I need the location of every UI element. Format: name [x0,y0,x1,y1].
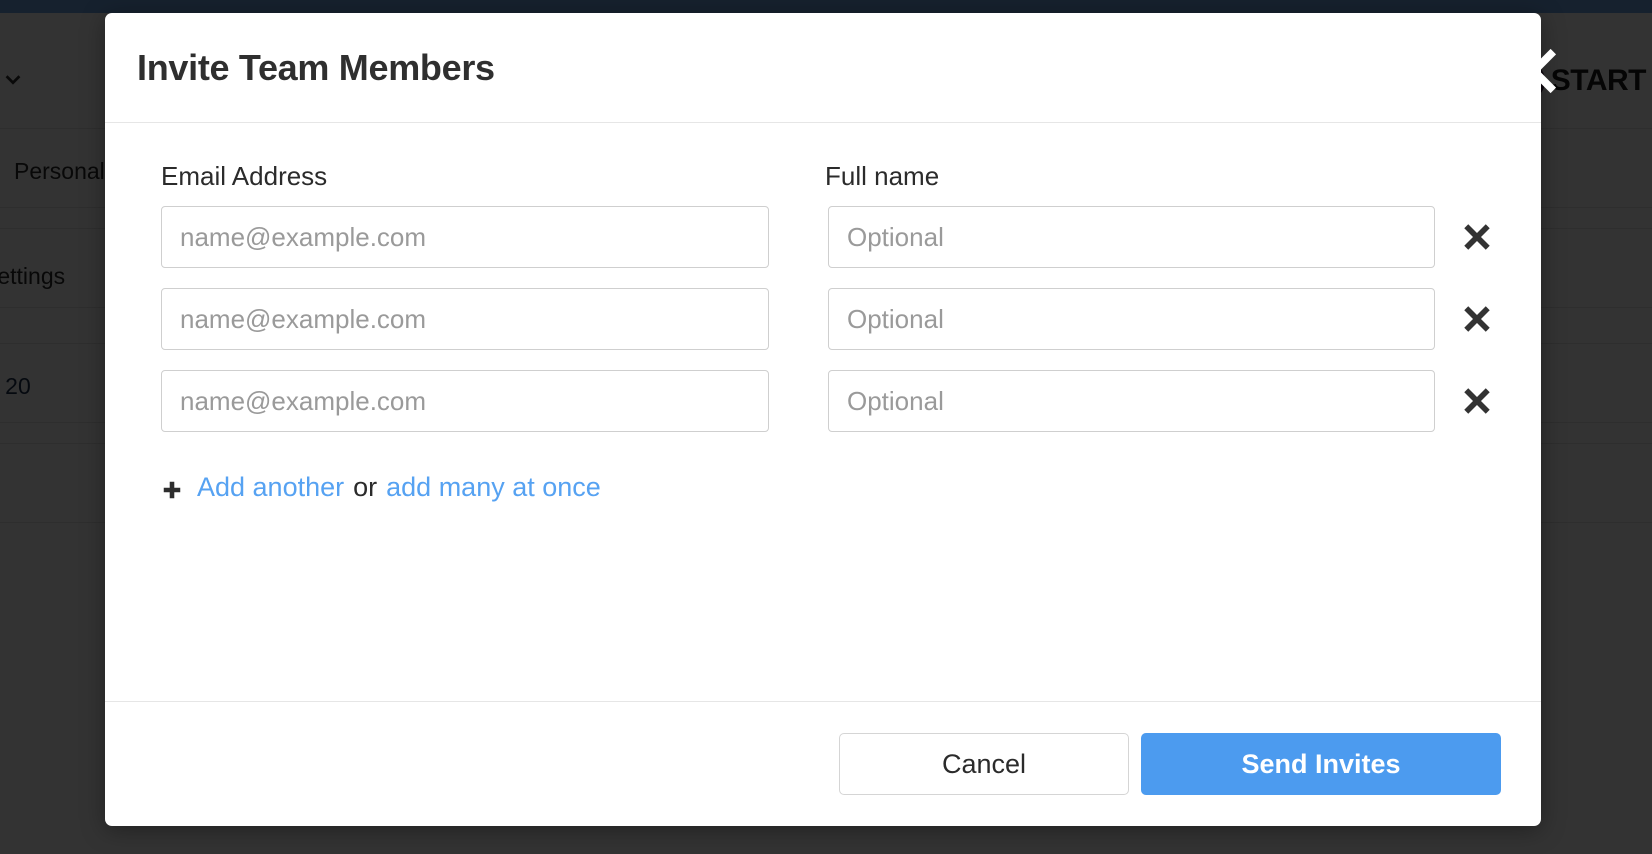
close-icon [1505,42,1563,100]
full-name-input[interactable] [828,288,1435,350]
close-icon [1462,222,1492,252]
remove-row-button[interactable] [1460,384,1494,418]
dialog-body: Email Address Full name name@example.com… [105,123,1541,701]
close-dialog-button[interactable] [1505,42,1563,100]
email-input[interactable] [161,206,769,268]
full-name-input[interactable] [828,370,1435,432]
dialog-title: Invite Team Members [137,46,495,88]
email-input[interactable] [161,370,769,432]
email-input[interactable] [161,288,769,350]
remove-row-button[interactable] [1460,302,1494,336]
email-column-label: Email Address [161,161,328,191]
cancel-button[interactable]: Cancel [839,733,1129,795]
add-many-at-once-link[interactable]: add many at once [386,472,601,503]
dialog-header: Invite Team Members [105,13,1541,123]
remove-row-button[interactable] [1460,220,1494,254]
send-invites-button[interactable]: Send Invites [1141,733,1501,795]
invite-team-members-dialog: Invite Team Members Email Address Full n… [105,13,1541,826]
field-label-row: Email Address Full name [161,161,1509,192]
add-row-controls: Add another or add many at once [161,472,1509,503]
close-icon [1462,386,1492,416]
full-name-column-label: Full name [825,161,940,191]
close-icon [1462,304,1492,334]
add-another-link[interactable]: Add another [197,472,344,503]
overlay-top-strip [0,0,1652,13]
invite-row [161,370,1509,432]
add-row-conjunction: or [353,472,378,502]
invite-row [161,288,1509,350]
full-name-input[interactable] [828,206,1435,268]
dialog-footer: Cancel Send Invites [105,701,1541,826]
invite-row [161,206,1509,268]
plus-icon [161,477,183,499]
